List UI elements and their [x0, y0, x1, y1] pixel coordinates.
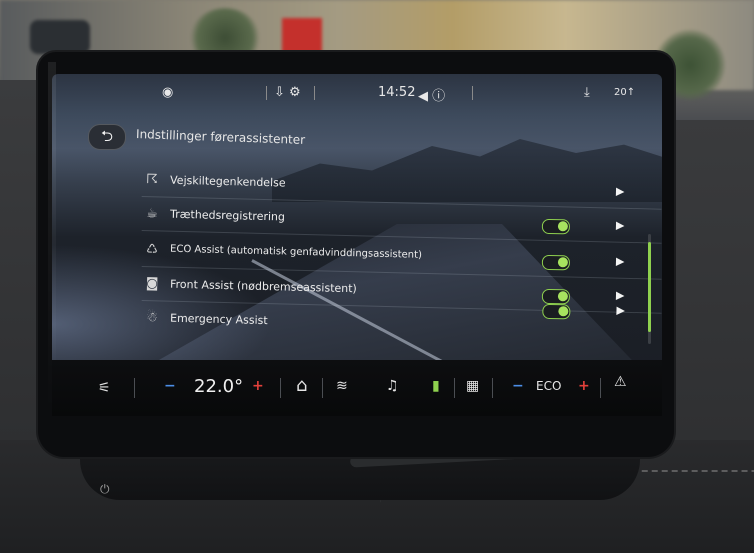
toggle-knob — [557, 257, 569, 268]
temp-down-button[interactable]: − — [164, 378, 176, 394]
chevron-right-icon[interactable]: ▶ — [616, 219, 625, 232]
toggle-knob — [557, 291, 569, 302]
row-label: Front Assist (nødbremseassistent) — [169, 277, 357, 296]
home-icon[interactable]: ⌂ — [296, 375, 307, 396]
temp-up-button[interactable]: + — [252, 378, 264, 394]
audio-icon[interactable]: ◀ ⓘ — [418, 85, 445, 104]
emergency-driver-icon: ☃ — [146, 310, 159, 326]
traffic-sign-icon: ☈ — [146, 172, 159, 188]
status-separator — [266, 86, 267, 100]
clock: 14:52 — [378, 85, 416, 100]
apps-grid-icon[interactable]: ▦ — [466, 378, 479, 394]
chevron-right-icon[interactable]: ▶ — [616, 289, 625, 302]
toggle-switch[interactable] — [542, 303, 571, 320]
download-icon[interactable]: ⇩ ⚙ — [274, 85, 301, 100]
fan-up-button[interactable]: + — [578, 378, 590, 394]
bar-separator — [280, 378, 281, 398]
status-right: 20↑ — [614, 87, 636, 98]
bar-separator — [134, 378, 135, 398]
status-bar: ◉ ⇩ ⚙ 14:52 ◀ ⓘ ⤓ 20↑ — [52, 74, 662, 112]
eco-button[interactable]: ECO — [536, 379, 561, 393]
fan-down-button[interactable]: − — [512, 378, 524, 394]
download-status-icon: ⤓ — [584, 85, 590, 100]
climate-bar: ⚟ − 22.0° + ⌂ ≋ ♫ ▮ ▦ − ECO + ⚠ — [52, 360, 662, 416]
seat-heat-icon[interactable]: ⚟ — [98, 380, 111, 396]
status-separator — [314, 86, 315, 100]
toggle-switch[interactable] — [541, 218, 571, 235]
fan-icon[interactable]: ≋ — [336, 378, 348, 394]
bar-separator — [492, 378, 493, 398]
bar-separator — [600, 378, 601, 398]
row-label: Emergency Assist — [169, 311, 268, 328]
settings-dot-icon[interactable]: ◉ — [162, 85, 173, 100]
bar-separator — [454, 378, 455, 398]
power-icon: ⏻ — [100, 482, 110, 496]
temperature-readout: 22.0° — [194, 376, 244, 397]
chevron-right-icon[interactable]: ▶ — [616, 304, 625, 317]
toggle-knob — [558, 306, 569, 317]
toggle-knob — [557, 221, 569, 232]
coffee-cup-icon: ☕ — [146, 206, 159, 222]
parked-car — [30, 20, 90, 54]
page-title: Indstillinger førerassistenter — [135, 127, 306, 147]
chevron-right-icon[interactable]: ▶ — [616, 255, 625, 268]
chevron-right-icon[interactable]: ▶ — [616, 185, 625, 198]
battery-icon[interactable]: ▮ — [432, 378, 440, 394]
row-label: Vejskiltegenkendelse — [169, 173, 286, 190]
toggle-switch[interactable] — [541, 288, 571, 305]
music-icon[interactable]: ♫ — [386, 378, 399, 394]
status-separator — [472, 86, 473, 100]
eco-car-icon: ♺ — [146, 242, 159, 258]
camera-icon: ◙ — [145, 276, 159, 292]
bar-separator — [322, 378, 323, 398]
toggle-switch[interactable] — [541, 254, 571, 271]
row-label: Træthedsregistrering — [169, 207, 286, 224]
scrollbar-thumb[interactable] — [648, 242, 651, 332]
row-label: ECO Assist (automatisk genfadvinddingsas… — [169, 243, 423, 261]
back-button[interactable]: ⮌ — [88, 124, 126, 150]
seat-right-icon[interactable]: ⚠ — [614, 374, 627, 390]
